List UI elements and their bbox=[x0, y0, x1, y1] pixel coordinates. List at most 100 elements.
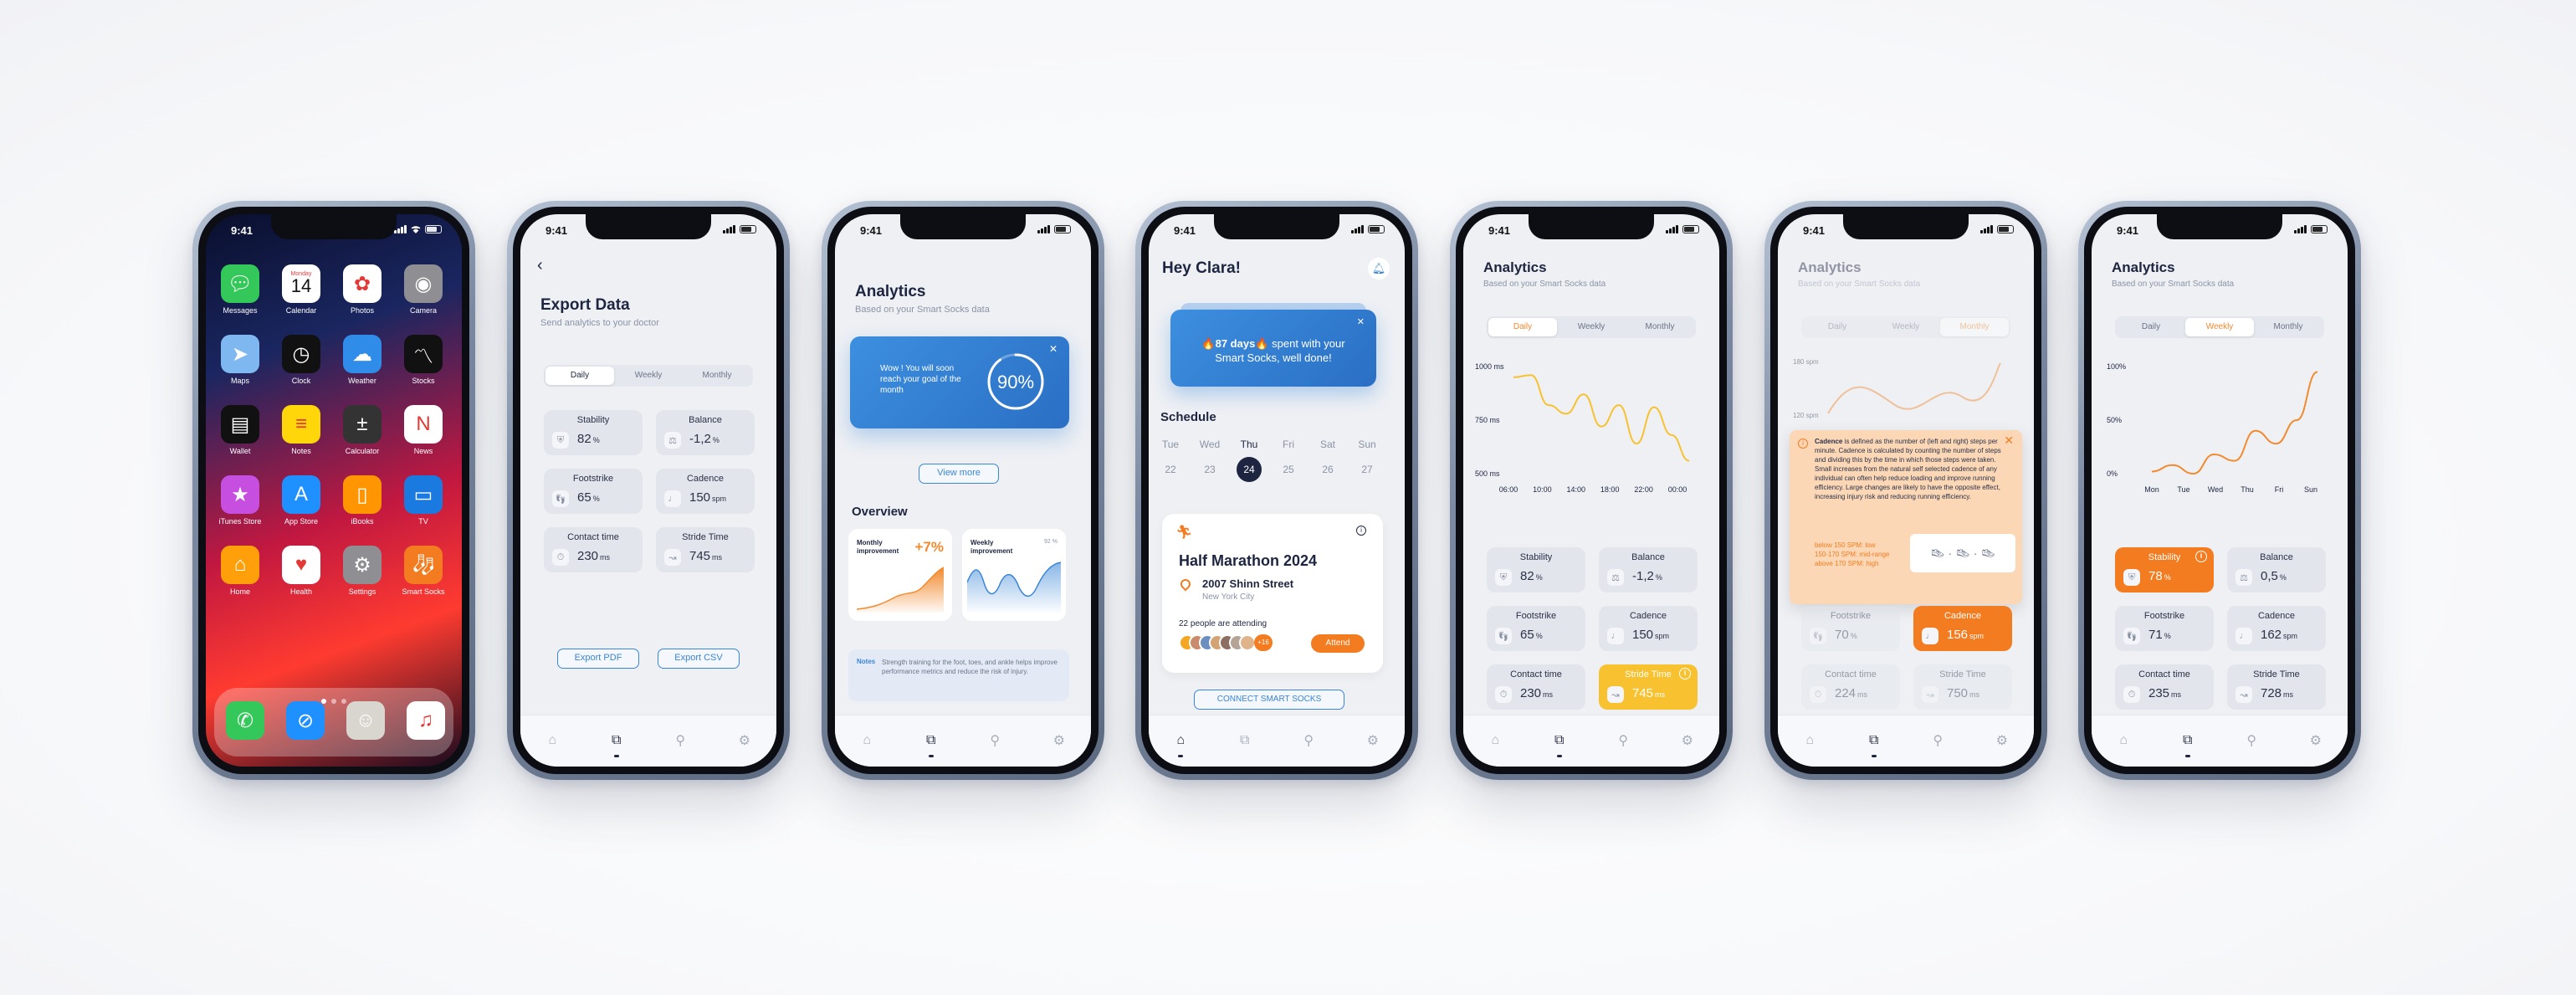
tab-daily[interactable]: Daily bbox=[1803, 318, 1872, 336]
tab-monthly[interactable]: Monthly bbox=[1626, 318, 1694, 336]
weather-icon[interactable]: ☁ bbox=[343, 335, 382, 373]
tab-daily[interactable]: Daily bbox=[545, 367, 614, 385]
contacts-icon[interactable]: ☺ bbox=[346, 701, 385, 740]
camera-icon[interactable]: ◉ bbox=[404, 264, 443, 303]
metric-stride-time[interactable]: Stride Time ↝ 745 ms i bbox=[1599, 664, 1698, 710]
home-app-icon[interactable]: ⌂ bbox=[221, 546, 259, 584]
tab-monthly[interactable]: Monthly bbox=[2254, 318, 2322, 336]
tab-daily[interactable]: Daily bbox=[2117, 318, 2185, 336]
tab-weekly[interactable]: Weekly bbox=[2185, 318, 2254, 336]
date-cell[interactable]: 22 bbox=[1158, 457, 1183, 482]
settings-tab-icon[interactable]: ⚙ bbox=[1049, 731, 1069, 751]
profile-tab-icon[interactable]: ⚲ bbox=[1613, 731, 1633, 751]
info-icon[interactable]: i bbox=[2195, 551, 2207, 562]
metric-stability[interactable]: Stability ⛨ 82% bbox=[1487, 547, 1585, 592]
info-icon[interactable]: i bbox=[1356, 526, 1366, 536]
settings-tab-icon[interactable]: ⚙ bbox=[1677, 731, 1698, 751]
metric-contact-time[interactable]: Contact time ⏱ 224 ms bbox=[1801, 664, 1900, 710]
metric-cadence[interactable]: Cadence ♩ 156 spm bbox=[1913, 606, 2012, 651]
metric-footstrike[interactable]: Footstrike 👣︎ 71% bbox=[2115, 606, 2214, 651]
tab-weekly[interactable]: Weekly bbox=[1872, 318, 1940, 336]
settings-tab-icon[interactable]: ⚙ bbox=[1363, 731, 1383, 751]
notification-bell-icon[interactable]: 🔔︎ bbox=[1368, 258, 1390, 280]
settings-tab-icon[interactable]: ⚙ bbox=[735, 731, 755, 751]
metric-balance[interactable]: Balance ⚖ -1,2% bbox=[1599, 547, 1698, 592]
metric-stride-time[interactable]: Stride Time ↝ 745 ms bbox=[656, 527, 755, 572]
safari-icon[interactable]: ⊘ bbox=[286, 701, 325, 740]
ibooks-icon[interactable]: ▯ bbox=[343, 475, 382, 514]
clock-icon[interactable]: ◷ bbox=[282, 335, 320, 373]
profile-tab-icon[interactable]: ⚲ bbox=[2241, 731, 2261, 751]
analytics-tab-icon[interactable]: ⧉ bbox=[607, 731, 627, 757]
date-cell[interactable]: 27 bbox=[1355, 457, 1380, 482]
event-card[interactable]: 🏃︎ i Half Marathon 2024 2007 Shinn Stree… bbox=[1162, 514, 1383, 673]
info-icon[interactable]: i bbox=[1679, 668, 1691, 680]
back-chevron-icon[interactable]: ‹ bbox=[537, 256, 543, 275]
calendar-icon[interactable]: Monday 14 bbox=[282, 264, 320, 303]
close-icon[interactable]: ✕ bbox=[1357, 316, 1365, 327]
photos-icon[interactable]: ✿ bbox=[343, 264, 382, 303]
metric-footstrike[interactable]: Footstrike 👣︎ 70% bbox=[1801, 606, 1900, 651]
profile-tab-icon[interactable]: ⚲ bbox=[1298, 731, 1319, 751]
profile-tab-icon[interactable]: ⚲ bbox=[670, 731, 690, 751]
home-tab-icon[interactable]: ⌂ bbox=[1800, 731, 1820, 751]
settings-tab-icon[interactable]: ⚙ bbox=[1992, 731, 2012, 751]
messages-icon[interactable]: 💬︎ bbox=[221, 264, 259, 303]
analytics-tab-icon[interactable]: ⧉ bbox=[1549, 731, 1570, 757]
metric-stride-time[interactable]: Stride Time ↝ 750 ms bbox=[1913, 664, 2012, 710]
notes-icon[interactable]: ≡ bbox=[282, 405, 320, 444]
settings-icon[interactable]: ⚙ bbox=[343, 546, 382, 584]
metric-stability[interactable]: Stability ⛨ 78% i bbox=[2115, 547, 2214, 592]
metric-cadence[interactable]: Cadence ♩ 150 spm bbox=[656, 469, 755, 514]
view-more-button[interactable]: View more bbox=[919, 464, 999, 484]
calculator-icon[interactable]: ± bbox=[343, 405, 382, 444]
home-tab-icon[interactable]: ⌂ bbox=[857, 731, 877, 751]
attend-button[interactable]: Attend bbox=[1311, 634, 1365, 653]
tab-weekly[interactable]: Weekly bbox=[614, 367, 683, 385]
wallet-icon[interactable]: ▤ bbox=[221, 405, 259, 444]
stocks-icon[interactable]: 〽 bbox=[404, 335, 443, 373]
metric-balance[interactable]: Balance ⚖ -1,2% bbox=[656, 410, 755, 455]
metric-cadence[interactable]: Cadence ♩ 150 spm bbox=[1599, 606, 1698, 651]
analytics-tab-icon[interactable]: ⧉ bbox=[1864, 731, 1884, 757]
news-icon[interactable]: N bbox=[404, 405, 443, 444]
home-tab-icon[interactable]: ⌂ bbox=[1485, 731, 1505, 751]
metric-stability[interactable]: Stability ⛨ 82% bbox=[544, 410, 643, 455]
date-cell[interactable]: 23 bbox=[1197, 457, 1222, 482]
date-cell[interactable]: 24 bbox=[1237, 457, 1262, 482]
connect-smart-socks-button[interactable]: CONNECT SMART SOCKS bbox=[1194, 690, 1344, 710]
export-pdf-button[interactable]: Export PDF bbox=[557, 649, 639, 669]
profile-tab-icon[interactable]: ⚲ bbox=[1928, 731, 1948, 751]
maps-icon[interactable]: ➤ bbox=[221, 335, 259, 373]
health-icon[interactable]: ♥ bbox=[282, 546, 320, 584]
home-tab-icon[interactable]: ⌂ bbox=[1170, 731, 1191, 757]
export-csv-button[interactable]: Export CSV bbox=[658, 649, 740, 669]
tab-monthly[interactable]: Monthly bbox=[1940, 318, 2009, 336]
home-tab-icon[interactable]: ⌂ bbox=[2113, 731, 2133, 751]
appstore-icon[interactable]: A bbox=[282, 475, 320, 514]
metric-contact-time[interactable]: Contact time ⏱ 235 ms bbox=[2115, 664, 2214, 710]
phone-icon[interactable]: ✆ bbox=[226, 701, 264, 740]
date-cell[interactable]: 25 bbox=[1276, 457, 1301, 482]
music-icon[interactable]: ♫ bbox=[407, 701, 445, 740]
metric-balance[interactable]: Balance ⚖ 0,5% bbox=[2227, 547, 2326, 592]
profile-tab-icon[interactable]: ⚲ bbox=[985, 731, 1005, 751]
metric-contact-time[interactable]: Contact time ⏱ 230 ms bbox=[1487, 664, 1585, 710]
analytics-tab-icon[interactable]: ⧉ bbox=[2178, 731, 2198, 757]
home-tab-icon[interactable]: ⌂ bbox=[542, 731, 562, 751]
tab-daily[interactable]: Daily bbox=[1488, 318, 1557, 336]
tv-icon[interactable]: ▭ bbox=[404, 475, 443, 514]
itunes-icon[interactable]: ★ bbox=[221, 475, 259, 514]
analytics-tab-icon[interactable]: ⧉ bbox=[921, 731, 941, 757]
tab-weekly[interactable]: Weekly bbox=[1557, 318, 1626, 336]
metric-cadence[interactable]: Cadence ♩ 162 spm bbox=[2227, 606, 2326, 651]
metric-stride-time[interactable]: Stride Time ↝ 728 ms bbox=[2227, 664, 2326, 710]
settings-tab-icon[interactable]: ⚙ bbox=[2306, 731, 2326, 751]
tab-monthly[interactable]: Monthly bbox=[683, 367, 751, 385]
metric-footstrike[interactable]: Footstrike 👣︎ 65% bbox=[544, 469, 643, 514]
date-cell[interactable]: 26 bbox=[1315, 457, 1340, 482]
socks-icon[interactable]: 🧦︎ bbox=[404, 546, 443, 584]
analytics-tab-icon[interactable]: ⧉ bbox=[1235, 731, 1255, 751]
close-icon[interactable]: ✕ bbox=[1049, 343, 1058, 355]
metric-footstrike[interactable]: Footstrike 👣︎ 65% bbox=[1487, 606, 1585, 651]
